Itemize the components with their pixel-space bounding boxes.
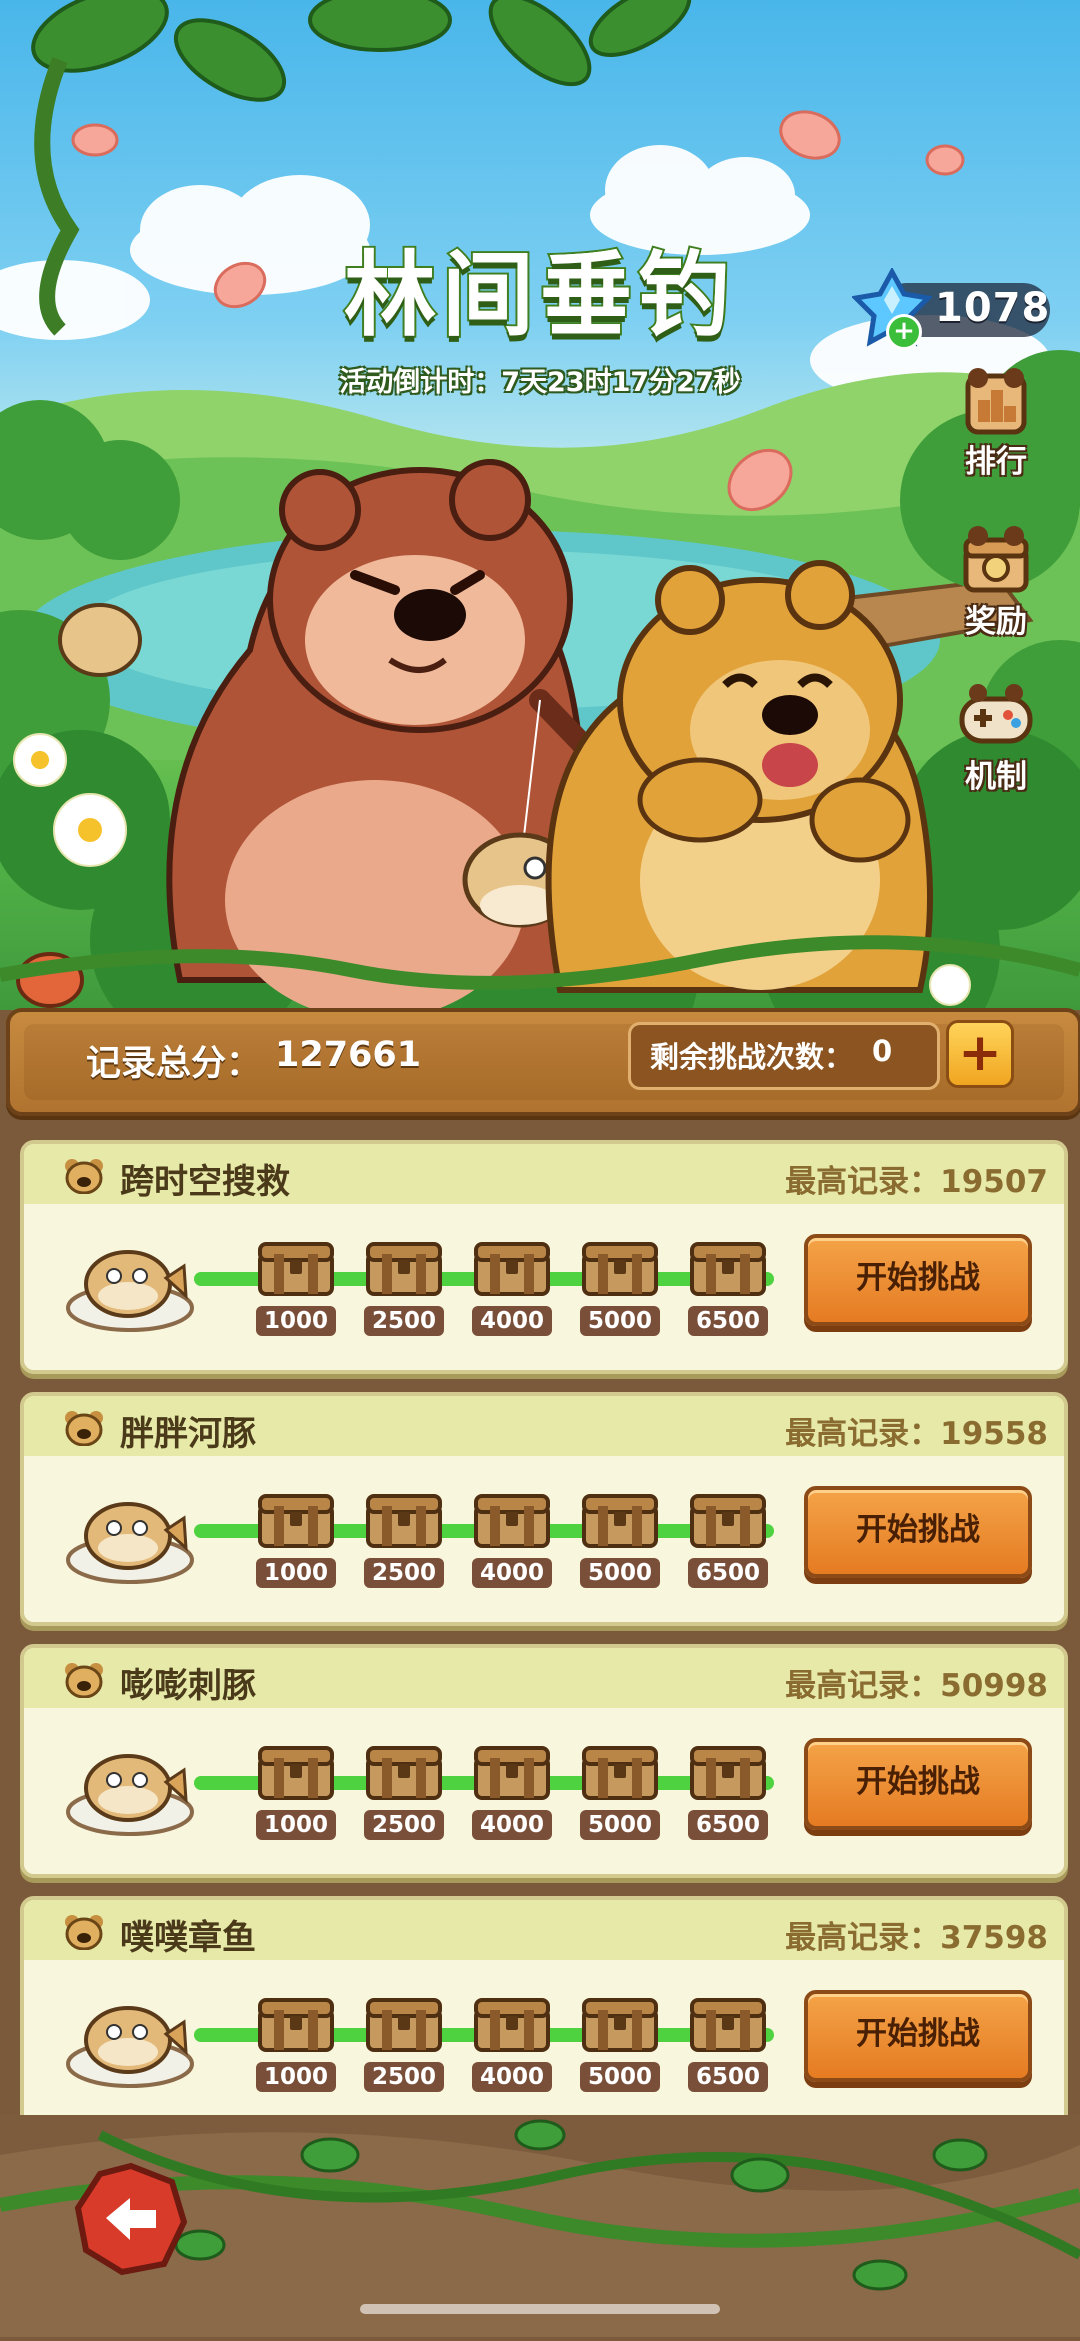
- treasure-chest-icon[interactable]: [472, 1740, 552, 1802]
- treasure-chest-icon[interactable]: [688, 1740, 768, 1802]
- best-record-label: 最高记录：: [785, 1164, 941, 1200]
- scene-illustration: [0, 0, 1080, 1010]
- best-record-label: 最高记录：: [785, 1416, 941, 1452]
- reward-icon: [956, 520, 1036, 600]
- reward-label: 奖励: [965, 604, 1027, 640]
- level-title: 跨时空搜救: [120, 1162, 290, 1202]
- milestone-score: 1000: [256, 1810, 336, 1840]
- pufferfish-icon: [66, 1250, 194, 1332]
- title-block: 林间垂钓 活动倒计时：7天23时17分27秒: [300, 242, 780, 399]
- treasure-chest-icon[interactable]: [688, 1488, 768, 1550]
- milestone-score: 4000: [472, 2062, 552, 2092]
- milestone-score: 1000: [256, 1306, 336, 1336]
- milestone-score: 6500: [688, 2062, 768, 2092]
- best-record-value: 19507: [940, 1164, 1048, 1200]
- milestone-score: 2500: [364, 1558, 444, 1588]
- milestone-score: 5000: [580, 1810, 660, 1840]
- best-record-value: 19558: [940, 1416, 1048, 1452]
- level-title: 噗噗章鱼: [120, 1918, 256, 1958]
- hero-scene: 林间垂钓 活动倒计时：7天23时17分27秒: [0, 0, 1080, 1010]
- milestone-score: 4000: [472, 1810, 552, 1840]
- level-title: 嘭嘭刺豚: [120, 1666, 256, 1706]
- treasure-chest-icon[interactable]: [256, 1992, 336, 2054]
- ranking-button[interactable]: 排行: [946, 360, 1046, 481]
- bear-head-icon: [65, 1663, 103, 1698]
- best-record: 最高记录：19558: [785, 1408, 1048, 1453]
- level-title: 胖胖河豚: [120, 1414, 256, 1454]
- treasure-chest-icon[interactable]: [580, 1992, 660, 2054]
- best-record-label: 最高记录：: [785, 1920, 941, 1956]
- milestone-score: 4000: [472, 1558, 552, 1588]
- bear-head-icon: [65, 1411, 103, 1446]
- treasure-chest-icon[interactable]: [256, 1488, 336, 1550]
- milestone-score: 2500: [364, 1306, 444, 1336]
- start-challenge-button[interactable]: 开始挑战: [804, 1234, 1032, 1326]
- milestone-score: 5000: [580, 2062, 660, 2092]
- treasure-chest-icon[interactable]: [364, 1488, 444, 1550]
- treasure-chest-icon[interactable]: [580, 1740, 660, 1802]
- best-record: 最高记录：37598: [785, 1912, 1048, 1957]
- event-countdown: 活动倒计时：7天23时17分27秒: [339, 367, 741, 398]
- ranking-icon: [956, 360, 1036, 440]
- treasure-chest-icon[interactable]: [256, 1236, 336, 1298]
- octopus-group-icon: [66, 2006, 194, 2088]
- treasure-chest-icon[interactable]: [472, 1992, 552, 2054]
- treasure-chest-icon[interactable]: [364, 1236, 444, 1298]
- best-record-value: 50998: [940, 1668, 1048, 1704]
- add-attempts-button[interactable]: +: [946, 1020, 1014, 1088]
- attempts-value: 0: [872, 1034, 893, 1068]
- treasure-chest-icon[interactable]: [688, 1236, 768, 1298]
- best-record-value: 37598: [940, 1920, 1048, 1956]
- total-score-label: 记录总分：: [86, 1044, 262, 1084]
- level-card: 噗噗章鱼 最高记录：37598 1000 2500 4000 5000 6500 开始挑战: [20, 1896, 1068, 2130]
- milestone-score: 2500: [364, 1810, 444, 1840]
- porcupinefish-group-icon: [66, 1754, 194, 1836]
- ranking-label: 排行: [965, 444, 1027, 480]
- level-card: 胖胖河豚 最高记录：19558 1000 2500 4000 5000 6500 开始挑战: [20, 1392, 1068, 1626]
- best-record: 最高记录：19507: [785, 1156, 1048, 1201]
- reward-button[interactable]: 奖励: [946, 520, 1046, 641]
- treasure-chest-icon[interactable]: [472, 1488, 552, 1550]
- milestone-score: 6500: [688, 1558, 768, 1588]
- milestone-score: 1000: [256, 1558, 336, 1588]
- level-card: 跨时空搜救 最高记录：19507 1000 2500 4000 5000 6500 开始挑战: [20, 1140, 1068, 1374]
- treasure-chest-icon[interactable]: [256, 1740, 336, 1802]
- mechanism-button[interactable]: 机制: [946, 675, 1046, 796]
- treasure-chest-icon[interactable]: [364, 1992, 444, 2054]
- best-record-label: 最高记录：: [785, 1668, 941, 1704]
- milestone-score: 5000: [580, 1306, 660, 1336]
- treasure-chest-icon[interactable]: [688, 1992, 768, 2054]
- milestone-score: 6500: [688, 1306, 768, 1336]
- milestone-score: 6500: [688, 1810, 768, 1840]
- treasure-chest-icon[interactable]: [580, 1236, 660, 1298]
- best-record: 最高记录：50998: [785, 1660, 1048, 1705]
- add-crystal-button[interactable]: +: [886, 314, 922, 350]
- mechanism-label: 机制: [965, 759, 1027, 795]
- total-score-value: 127661: [275, 1035, 422, 1075]
- home-indicator: [360, 2304, 720, 2314]
- pufferfish-pair-icon: [66, 1502, 194, 1584]
- back-button[interactable]: [72, 2160, 190, 2278]
- milestone-score: 4000: [472, 1306, 552, 1336]
- attempts-label: 剩余挑战次数：: [650, 1040, 854, 1074]
- game-title: 林间垂钓: [342, 242, 736, 349]
- start-challenge-button[interactable]: 开始挑战: [804, 1486, 1032, 1578]
- treasure-chest-icon[interactable]: [364, 1740, 444, 1802]
- bear-head-icon: [65, 1159, 103, 1194]
- milestone-score: 5000: [580, 1558, 660, 1588]
- gamepad-icon: [956, 675, 1036, 755]
- crystal-count: 1078: [935, 285, 1051, 331]
- bear-head-icon: [65, 1915, 103, 1950]
- start-challenge-button[interactable]: 开始挑战: [804, 1990, 1032, 2082]
- level-card: 嘭嘭刺豚 最高记录：50998 1000 2500 4000 5000 6500 开始挑战: [20, 1644, 1068, 1878]
- start-challenge-button[interactable]: 开始挑战: [804, 1738, 1032, 1830]
- milestone-score: 2500: [364, 2062, 444, 2092]
- milestone-score: 1000: [256, 2062, 336, 2092]
- treasure-chest-icon[interactable]: [580, 1488, 660, 1550]
- treasure-chest-icon[interactable]: [472, 1236, 552, 1298]
